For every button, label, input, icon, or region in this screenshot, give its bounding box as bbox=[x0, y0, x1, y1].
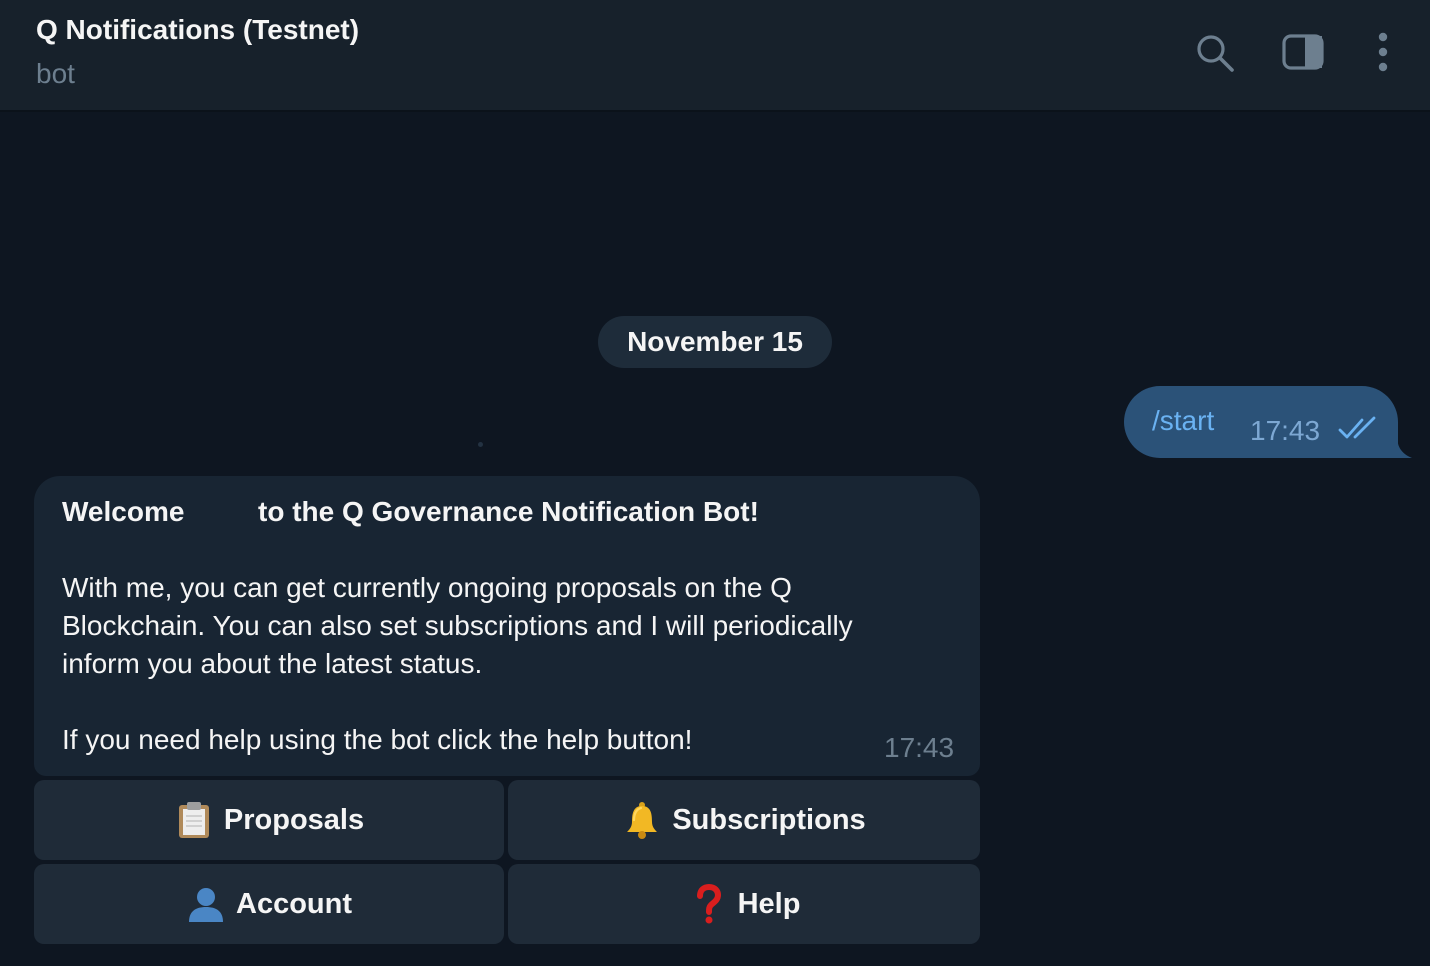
account-button[interactable]: Account bbox=[34, 864, 504, 944]
help-hint-line: If you need help using the bot click the… bbox=[62, 724, 693, 755]
double-check-icon bbox=[1338, 416, 1376, 439]
more-vertical-icon[interactable] bbox=[1361, 30, 1405, 74]
proposals-button[interactable]: Proposals bbox=[34, 780, 504, 860]
incoming-message-bubble[interactable]: Welcome to the Q Governance Notification… bbox=[34, 476, 980, 776]
proposals-label: Proposals bbox=[223, 803, 365, 836]
welcome-text: Welcome bbox=[62, 496, 185, 527]
outgoing-message-time: 17:43 bbox=[1250, 415, 1321, 446]
decorative-dot bbox=[478, 442, 483, 447]
sidebar-toggle-icon[interactable] bbox=[1281, 30, 1325, 74]
help-label: Help bbox=[737, 887, 801, 920]
outgoing-message-text[interactable]: /start bbox=[1152, 405, 1214, 437]
date-separator: November 15 bbox=[598, 316, 832, 368]
message-line: With me, you can get currently ongoing p… bbox=[62, 572, 792, 603]
user-silhouette-icon bbox=[186, 884, 226, 924]
message-line: inform you about the latest status. bbox=[62, 648, 483, 679]
message-line: Blockchain. You can also set subscriptio… bbox=[62, 610, 853, 641]
clipboard-icon bbox=[174, 800, 214, 840]
chat-subtitle: bot bbox=[36, 58, 75, 89]
help-button[interactable]: Help bbox=[508, 864, 980, 944]
search-icon[interactable] bbox=[1192, 30, 1236, 74]
subscriptions-button[interactable]: Subscriptions bbox=[508, 780, 980, 860]
chat-window: Q Notifications (Testnet) bot November 1… bbox=[0, 0, 1430, 966]
bubble-tail bbox=[1390, 436, 1412, 458]
subscriptions-label: Subscriptions bbox=[672, 803, 866, 836]
outgoing-message-bubble[interactable]: /start 17:43 bbox=[1124, 386, 1398, 458]
bell-icon bbox=[622, 800, 662, 840]
question-mark-icon bbox=[688, 884, 728, 924]
account-label: Account bbox=[236, 887, 352, 920]
welcome-text-continued: to the Q Governance Notification Bot! bbox=[258, 496, 759, 527]
incoming-message-time: 17:43 bbox=[884, 732, 955, 763]
chat-title[interactable]: Q Notifications (Testnet) bbox=[36, 14, 359, 46]
chat-header[interactable]: Q Notifications (Testnet) bot bbox=[0, 0, 1430, 112]
